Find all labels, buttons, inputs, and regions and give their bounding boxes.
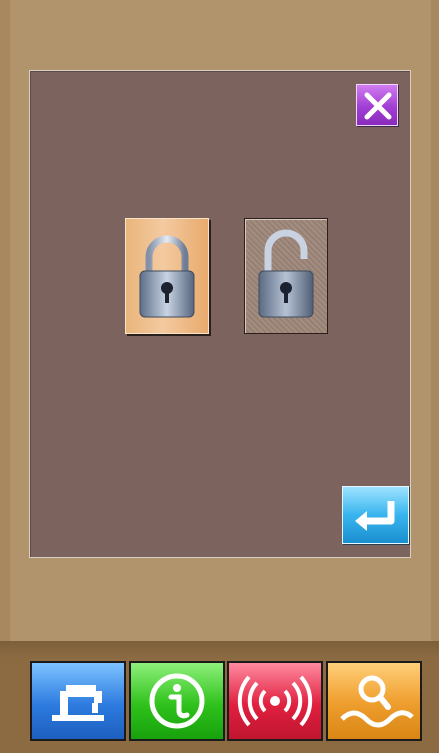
lock-dialog xyxy=(29,70,411,558)
sewing-machine-icon xyxy=(52,685,104,721)
close-button[interactable] xyxy=(356,84,398,126)
enter-return-icon xyxy=(355,501,395,531)
close-x-icon xyxy=(364,92,392,120)
bottom-bar-shade xyxy=(0,641,439,659)
padlock-open-icon xyxy=(258,229,314,318)
nav-search-button[interactable] xyxy=(326,661,422,741)
padlock-closed-icon xyxy=(139,235,195,318)
lock-button[interactable] xyxy=(125,218,209,334)
nav-info-button[interactable] xyxy=(129,661,225,741)
signal-waves-icon xyxy=(237,675,313,727)
nav-signal-button[interactable] xyxy=(227,661,323,741)
confirm-button[interactable] xyxy=(342,486,409,544)
nav-machine-button[interactable] xyxy=(30,661,126,741)
search-pattern-icon xyxy=(340,675,414,728)
unlock-button[interactable] xyxy=(244,218,328,334)
info-icon xyxy=(149,673,205,729)
